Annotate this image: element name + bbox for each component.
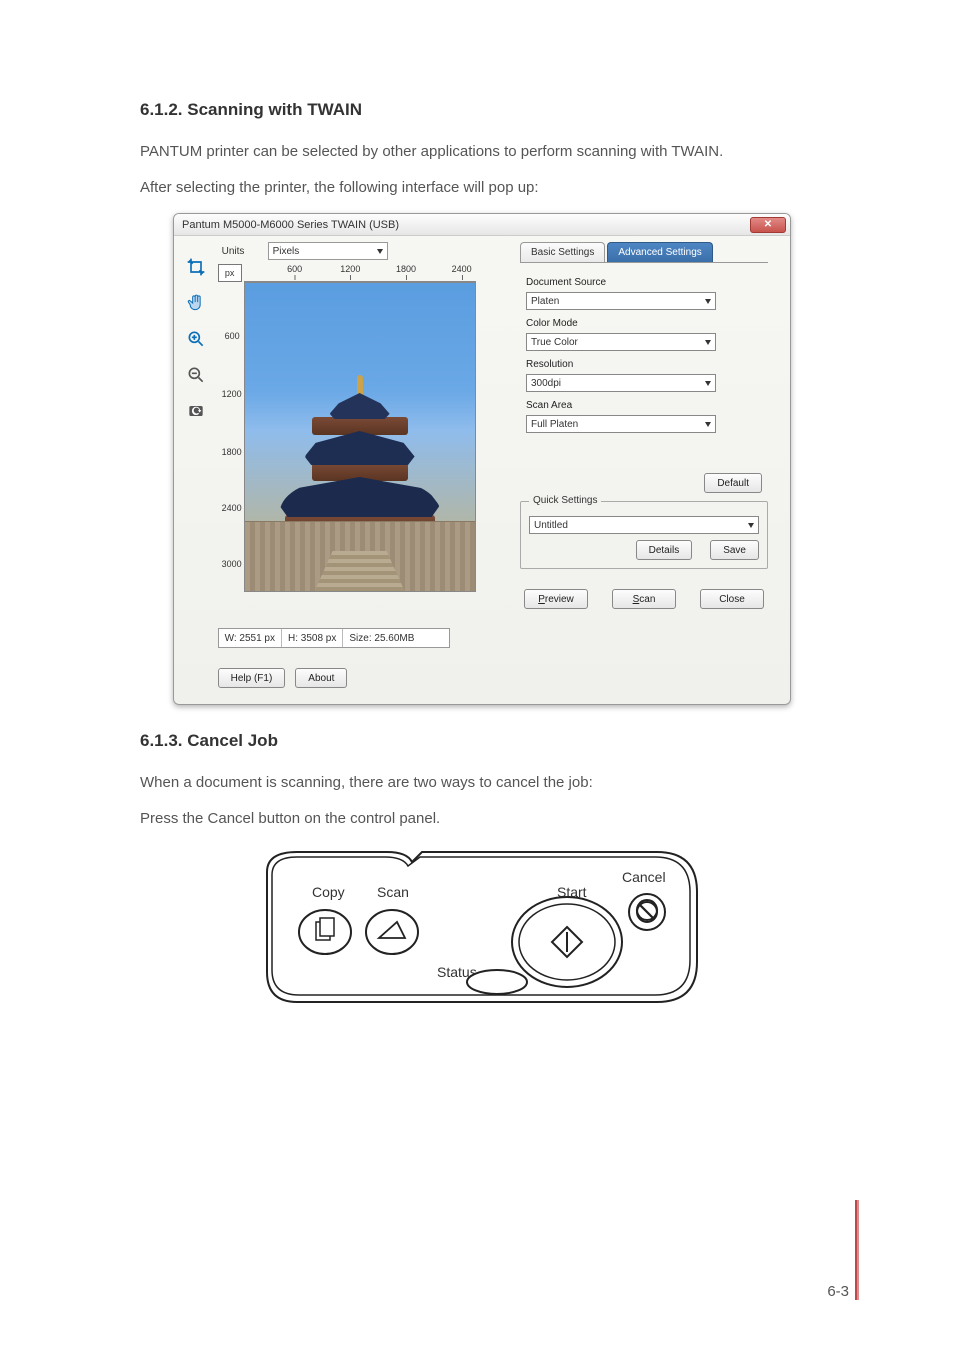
units-dropdown[interactable]: Pixels [268, 242, 388, 260]
status-size: Size: 25.60MB [343, 629, 448, 647]
chevron-down-icon [705, 381, 711, 386]
window-title: Pantum M5000-M6000 Series TWAIN (USB) [182, 219, 399, 231]
label-scan-area: Scan Area [526, 400, 768, 411]
rotate-icon[interactable] [185, 400, 207, 422]
chevron-down-icon [377, 249, 383, 254]
scan-button[interactable]: Scan [612, 589, 676, 609]
about-button[interactable]: About [295, 668, 347, 688]
window-close-button[interactable]: ✕ [750, 217, 786, 233]
label-document-source: Document Source [526, 277, 768, 288]
zoom-in-icon[interactable] [185, 328, 207, 350]
preview-button[interactable]: Preview [524, 589, 588, 609]
zoom-out-icon[interactable] [185, 364, 207, 386]
status-height: H: 3508 px [282, 629, 343, 647]
paragraph: PANTUM printer can be selected by other … [140, 136, 824, 168]
label-color-mode: Color Mode [526, 318, 768, 329]
label-resolution: Resolution [526, 359, 768, 370]
vertical-ruler: 600 1200 1800 2400 3000 [218, 282, 244, 592]
page-number: 6-3 [827, 1283, 849, 1300]
panel-label-cancel: Cancel [622, 869, 666, 885]
dropdown-value: Platen [531, 296, 559, 307]
units-value: Pixels [273, 246, 300, 257]
chevron-down-icon [705, 299, 711, 304]
chevron-down-icon [748, 523, 754, 528]
dropdown-color-mode[interactable]: True Color [526, 333, 716, 351]
paragraph: When a document is scanning, there are t… [140, 767, 824, 799]
ruler-unit-box: px [218, 264, 242, 282]
paragraph: Press the Cancel button on the control p… [140, 803, 824, 835]
chevron-down-icon [705, 340, 711, 345]
crop-icon[interactable] [185, 256, 207, 278]
status-bar: W: 2551 px H: 3508 px Size: 25.60MB [218, 628, 450, 648]
dropdown-value: Untitled [534, 520, 568, 531]
panel-label-copy: Copy [312, 884, 345, 900]
tab-advanced-settings[interactable]: Advanced Settings [607, 242, 712, 262]
heading-6-1-2: 6.1.2. Scanning with TWAIN [140, 100, 824, 120]
quick-settings-group: Quick Settings Untitled Details Save [520, 501, 768, 569]
tab-basic-settings[interactable]: Basic Settings [520, 242, 605, 262]
horizontal-ruler: px 600 1200 1800 2400 [244, 264, 476, 282]
units-label: Units [218, 246, 262, 257]
heading-6-1-3: 6.1.3. Cancel Job [140, 731, 824, 751]
hand-icon[interactable] [185, 292, 207, 314]
tool-sidebar [174, 236, 218, 704]
margin-bar [855, 1200, 859, 1300]
quick-settings-legend: Quick Settings [529, 495, 601, 506]
details-button[interactable]: Details [636, 540, 693, 560]
scan-preview[interactable] [244, 282, 476, 592]
status-width: W: 2551 px [219, 629, 282, 647]
close-button[interactable]: Close [700, 589, 764, 609]
dropdown-value: Full Platen [531, 419, 578, 430]
ruler-tick: 2400 [452, 264, 472, 274]
panel-label-scan: Scan [377, 884, 409, 900]
default-button[interactable]: Default [704, 473, 762, 493]
help-button[interactable]: Help (F1) [218, 668, 286, 688]
dropdown-scan-area[interactable]: Full Platen [526, 415, 716, 433]
ruler-tick: 1200 [340, 264, 360, 274]
control-panel-diagram: Copy Scan Status Start Cancel [257, 842, 707, 1012]
twain-dialog: Pantum M5000-M6000 Series TWAIN (USB) ✕ [173, 213, 791, 705]
ruler-tick: 600 [287, 264, 302, 274]
close-icon: ✕ [764, 219, 772, 230]
dropdown-quick-settings[interactable]: Untitled [529, 516, 759, 534]
dropdown-value: 300dpi [531, 378, 561, 389]
chevron-down-icon [705, 422, 711, 427]
ruler-tick: 1800 [396, 264, 416, 274]
titlebar: Pantum M5000-M6000 Series TWAIN (USB) ✕ [174, 214, 790, 236]
dropdown-resolution[interactable]: 300dpi [526, 374, 716, 392]
dropdown-value: True Color [531, 337, 578, 348]
save-button[interactable]: Save [710, 540, 759, 560]
paragraph: After selecting the printer, the followi… [140, 172, 824, 204]
dropdown-document-source[interactable]: Platen [526, 292, 716, 310]
